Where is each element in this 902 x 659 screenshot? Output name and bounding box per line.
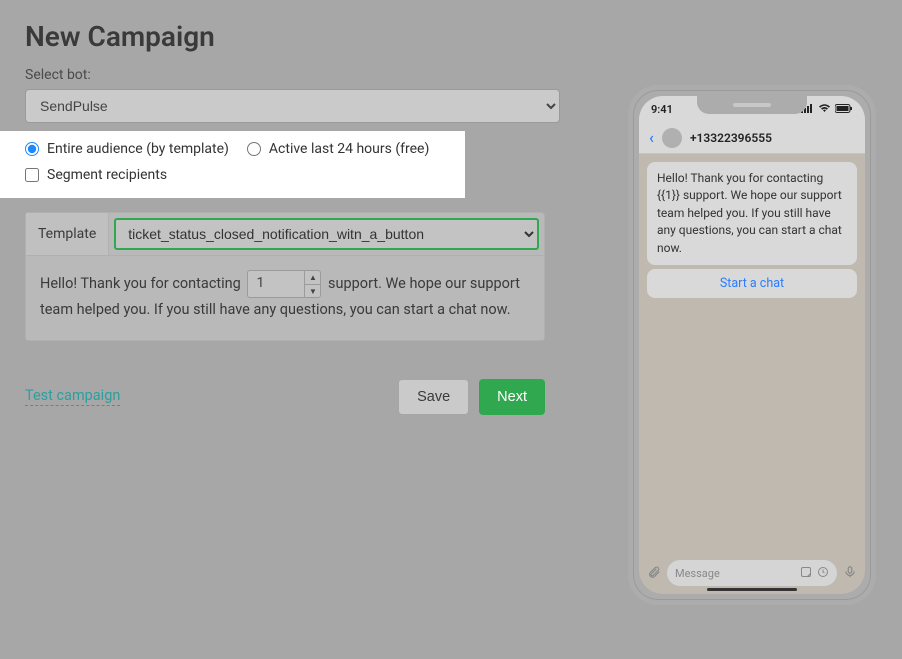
variable-value: 1 — [248, 271, 304, 297]
radio-entire-label: Entire audience (by template) — [47, 141, 229, 157]
back-icon[interactable]: ‹ — [649, 128, 654, 147]
template-select[interactable]: ticket_status_closed_notification_witn_a… — [114, 218, 539, 250]
avatar — [662, 128, 682, 148]
radio-active-input[interactable] — [247, 142, 261, 156]
segment-label: Segment recipients — [47, 167, 167, 183]
save-button[interactable]: Save — [398, 379, 469, 415]
chat-input-placeholder: Message — [675, 567, 720, 580]
radio-entire-audience[interactable]: Entire audience (by template) — [25, 141, 229, 157]
chat-phone-number: +13322396555 — [690, 131, 772, 145]
chat-bubble-button[interactable]: Start a chat — [647, 269, 857, 298]
segment-recipients-checkbox[interactable]: Segment recipients — [25, 167, 167, 183]
segment-checkbox-input[interactable] — [25, 168, 39, 182]
chat-bubble: Hello! Thank you for contacting {{1}} su… — [647, 162, 857, 265]
mic-icon[interactable] — [843, 565, 857, 582]
battery-icon — [835, 103, 853, 116]
attachment-icon[interactable] — [647, 565, 661, 582]
home-indicator — [707, 588, 797, 591]
phone-preview: 9:41 ‹ +13322396555 Hello! Thank you for… — [628, 85, 876, 605]
template-card: Template ticket_status_closed_notificati… — [25, 212, 545, 341]
test-campaign-link[interactable]: Test campaign — [25, 387, 120, 406]
stepper-up-icon[interactable]: ▲ — [305, 271, 320, 285]
template-message-preview: Hello! Thank you for contacting 1 ▲ ▼ su… — [26, 256, 544, 340]
msg-part1: Hello! Thank you for contacting — [40, 275, 241, 292]
page-title: New Campaign — [25, 20, 877, 53]
phone-time: 9:41 — [651, 103, 673, 116]
phone-notch — [697, 96, 807, 114]
radio-entire-input[interactable] — [25, 142, 39, 156]
clock-icon[interactable] — [817, 566, 829, 581]
radio-active-24h[interactable]: Active last 24 hours (free) — [247, 141, 429, 157]
variable-spinner[interactable]: 1 ▲ ▼ — [247, 270, 321, 298]
chat-message-input[interactable]: Message — [667, 560, 837, 586]
chat-header: ‹ +13322396555 — [639, 122, 865, 154]
sticker-icon[interactable] — [800, 566, 812, 581]
select-bot-label: Select bot: — [25, 67, 877, 83]
bot-select[interactable]: SendPulse — [25, 89, 560, 123]
radio-active-label: Active last 24 hours (free) — [269, 141, 429, 157]
chat-body: Hello! Thank you for contacting {{1}} su… — [639, 154, 865, 554]
next-button[interactable]: Next — [479, 379, 545, 415]
stepper-down-icon[interactable]: ▼ — [305, 285, 320, 298]
template-label: Template — [26, 213, 109, 255]
audience-panel: Entire audience (by template) Active las… — [0, 131, 465, 198]
wifi-icon — [818, 103, 831, 116]
